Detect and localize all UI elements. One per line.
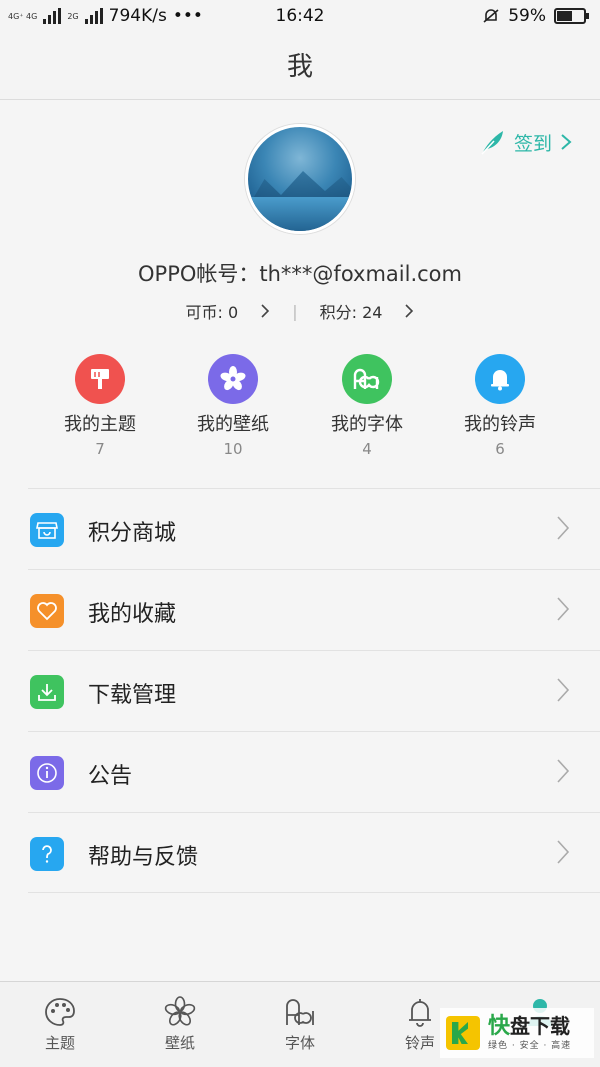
divider: | xyxy=(292,301,298,321)
avatar[interactable] xyxy=(245,124,355,234)
stats-row: 可币: 0 | 积分: 24 xyxy=(0,299,600,323)
points-label: 积分: 24 xyxy=(319,303,383,322)
avatar-water xyxy=(248,197,352,231)
points-link[interactable]: 积分: 24 xyxy=(320,299,415,323)
download-icon xyxy=(30,675,64,709)
quick-item-count: 6 xyxy=(495,440,505,458)
profile-section: 签到 OPPO帐号：th***@foxmail.com 可币: 0 | 积分: … xyxy=(0,100,600,488)
menu-item-favorites[interactable]: 我的收藏 xyxy=(28,569,600,650)
watermark-text: 快盘下载 绿色 · 安全 · 高速 xyxy=(488,1015,571,1051)
quick-item-count: 7 xyxy=(95,440,105,458)
help-icon xyxy=(30,837,64,871)
bell-icon xyxy=(409,999,431,1027)
tab-label: 壁纸 xyxy=(164,1034,195,1052)
theme-brush-icon xyxy=(75,354,125,404)
tab-wallpapers[interactable]: 壁纸 xyxy=(120,996,240,1053)
quick-item-count: 10 xyxy=(223,440,243,458)
chevron-right-icon xyxy=(557,759,570,783)
coins-label: 可币: 0 xyxy=(185,303,239,322)
wallpaper-flower-icon xyxy=(208,354,258,404)
watermark-tagline: 绿色 · 安全 · 高速 xyxy=(488,1041,572,1051)
tab-fonts[interactable]: 字体 xyxy=(240,996,360,1053)
mute-bell-icon xyxy=(483,9,499,23)
flower-icon xyxy=(164,996,196,1026)
menu-item-points-mall[interactable]: 积分商城 xyxy=(28,488,600,569)
page-title: 我 xyxy=(0,34,600,100)
menu-item-label: 积分商城 xyxy=(88,521,177,546)
quick-item-label: 我的字体 xyxy=(331,414,403,435)
menu-item-downloads[interactable]: 下载管理 xyxy=(28,650,600,731)
store-icon xyxy=(30,513,64,547)
font-aa-icon xyxy=(342,354,392,404)
status-right: 59% xyxy=(482,6,589,26)
menu-item-label: 公告 xyxy=(88,764,133,789)
quick-item-wallpapers[interactable]: 我的壁纸 10 xyxy=(168,354,298,458)
quick-item-label: 我的主题 xyxy=(64,414,136,435)
info-icon xyxy=(30,756,64,790)
account-label[interactable]: OPPO帐号：th***@foxmail.com xyxy=(0,258,600,288)
battery-percent: 59% xyxy=(508,6,546,26)
watermark-brand-text: 盘下载 xyxy=(510,1014,571,1038)
watermark-logo: 快盘下载 绿色 · 安全 · 高速 xyxy=(440,1008,594,1058)
chevron-right-icon xyxy=(561,134,572,150)
menu-item-help-feedback[interactable]: 帮助与反馈 xyxy=(28,812,600,893)
quick-item-fonts[interactable]: 我的字体 4 xyxy=(302,354,432,458)
battery-icon xyxy=(554,8,589,24)
menu-item-announcements[interactable]: 公告 xyxy=(28,731,600,812)
chevron-right-icon xyxy=(557,678,570,702)
coins-link[interactable]: 可币: 0 xyxy=(186,299,271,323)
palette-icon xyxy=(45,998,75,1026)
quick-item-count: 4 xyxy=(362,440,372,458)
menu-item-label: 我的收藏 xyxy=(88,602,177,627)
chevron-right-icon xyxy=(405,304,414,318)
chevron-right-icon xyxy=(557,516,570,540)
chevron-right-icon xyxy=(557,840,570,864)
quick-items: 我的主题 7 我的壁纸 10 我的字体 4 我的铃声 6 xyxy=(0,354,600,464)
menu-item-label: 下载管理 xyxy=(88,683,177,708)
checkin-label: 签到 xyxy=(513,132,552,155)
quick-item-label: 我的壁纸 xyxy=(197,414,269,435)
watermark-k-icon xyxy=(446,1016,480,1050)
tab-themes[interactable]: 主题 xyxy=(0,996,120,1053)
aa-icon xyxy=(286,999,314,1025)
tab-label: 字体 xyxy=(284,1034,315,1052)
chevron-right-icon xyxy=(261,304,270,318)
quick-item-label: 我的铃声 xyxy=(464,414,536,435)
heart-icon xyxy=(30,594,64,628)
checkin-button[interactable]: 签到 xyxy=(478,128,572,156)
menu-list: 积分商城 我的收藏 下载管理 公告 帮助与反馈 xyxy=(0,488,600,893)
quick-item-ringtones[interactable]: 我的铃声 6 xyxy=(435,354,565,458)
watermark-brand: 快盘下载 xyxy=(488,1015,571,1038)
feather-icon xyxy=(481,131,503,155)
battery-fill xyxy=(557,11,572,21)
chevron-right-icon xyxy=(557,597,570,621)
tab-label: 主题 xyxy=(44,1034,75,1052)
menu-item-label: 帮助与反馈 xyxy=(88,845,199,870)
status-bar: 4G⁺ 4G 2G 794K/s ••• 16:42 59% xyxy=(0,0,600,34)
watermark-kuai: 快 xyxy=(488,1014,511,1039)
ringtone-bell-icon xyxy=(475,354,525,404)
quick-item-themes[interactable]: 我的主题 7 xyxy=(35,354,165,458)
